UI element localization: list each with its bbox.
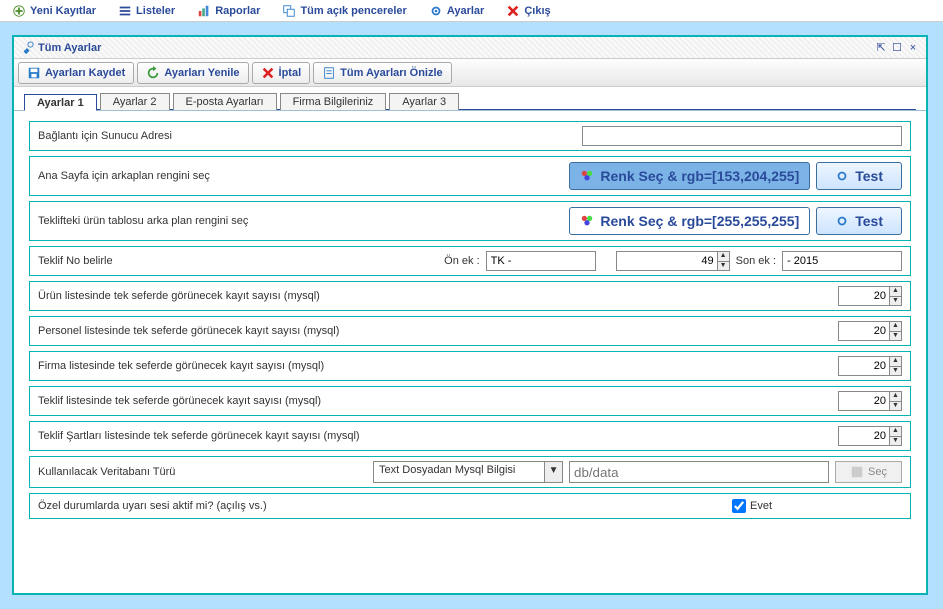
stepper-down[interactable]: ▼: [718, 262, 729, 271]
label-connection: Bağlantı için Sunucu Adresi: [38, 130, 180, 142]
settings-window: Tüm Ayarlar ⇱ ☐ × Ayarları Kaydet Ayarla…: [12, 35, 928, 595]
list-icon: [118, 4, 132, 18]
checkbox-sound[interactable]: Evet: [732, 499, 772, 513]
color-picker-main[interactable]: Renk Seç & rgb=[153,204,255]: [569, 162, 810, 190]
row-sound: Özel durumlarda uyarı sesi aktif mi? (aç…: [29, 493, 911, 519]
color-picker-table[interactable]: Renk Seç & rgb=[255,255,255]: [569, 207, 810, 235]
cancel-button[interactable]: İptal: [252, 62, 311, 84]
refresh-icon: [146, 66, 160, 80]
menu-reports[interactable]: Raporlar: [189, 2, 268, 20]
input-offer-number[interactable]: ▲▼: [616, 251, 730, 271]
row-count-firm: Firma listesinde tek seferde görünecek k…: [29, 351, 911, 381]
label-offer-no: Teklif No belirle: [38, 255, 121, 267]
input-db-path[interactable]: [569, 461, 829, 483]
input-suffix[interactable]: [782, 251, 902, 271]
tab-company[interactable]: Firma Bilgileriniz: [280, 93, 387, 110]
test-bg-table[interactable]: Test: [816, 207, 902, 235]
chart-icon: [197, 4, 211, 18]
tab-settings-3[interactable]: Ayarlar 3: [389, 93, 459, 110]
maximize-button[interactable]: ☐: [890, 41, 904, 55]
tab-settings-1[interactable]: Ayarlar 1: [24, 94, 97, 111]
stepper-up[interactable]: ▲: [718, 252, 729, 262]
cancel-icon: [261, 66, 275, 80]
close-icon: [506, 4, 520, 18]
select-button: Seç: [835, 461, 902, 483]
label-suffix: Son ek :: [730, 255, 782, 267]
refresh-button[interactable]: Ayarları Yenile: [137, 62, 248, 84]
gear-icon: [835, 169, 849, 183]
menu-exit[interactable]: Çıkış: [498, 2, 558, 20]
save-icon: [27, 66, 41, 80]
row-count-staff: Personel listesinde tek seferde görünece…: [29, 316, 911, 346]
gear-icon: [429, 4, 443, 18]
tab-settings-2[interactable]: Ayarlar 2: [100, 93, 170, 110]
tab-email[interactable]: E-posta Ayarları: [173, 93, 277, 110]
tabs: Ayarlar 1 Ayarlar 2 E-posta Ayarları Fir…: [14, 87, 926, 111]
input-count-product[interactable]: ▲▼: [838, 286, 902, 306]
toolbar: Ayarları Kaydet Ayarları Yenile İptal Tü…: [14, 59, 926, 87]
row-offer-no: Teklif No belirle Ön ek : ▲▼ Son ek :: [29, 246, 911, 276]
input-prefix[interactable]: [486, 251, 596, 271]
label-bg-main: Ana Sayfa için arkaplan rengini seç: [38, 170, 218, 182]
row-db: Kullanılacak Veritabanı Türü Text Dosyad…: [29, 456, 911, 488]
collapse-button[interactable]: ⇱: [874, 41, 888, 55]
windows-icon: [282, 4, 296, 18]
row-connection: Bağlantı için Sunucu Adresi: [29, 121, 911, 151]
row-bg-color-table: Teklifteki ürün tablosu arka plan rengin…: [29, 201, 911, 241]
gear-icon: [835, 214, 849, 228]
input-count-firm[interactable]: ▲▼: [838, 356, 902, 376]
plus-icon: [12, 4, 26, 18]
titlebar[interactable]: Tüm Ayarlar ⇱ ☐ ×: [14, 37, 926, 59]
save-button[interactable]: Ayarları Kaydet: [18, 62, 134, 84]
label-prefix: Ön ek :: [438, 255, 485, 267]
wrench-icon: [20, 41, 34, 55]
menu-settings[interactable]: Ayarlar: [421, 2, 493, 20]
input-count-terms[interactable]: ▲▼: [838, 426, 902, 446]
input-count-staff[interactable]: ▲▼: [838, 321, 902, 341]
tab-content: Bağlantı için Sunucu Adresi Ana Sayfa iç…: [14, 111, 926, 534]
row-bg-color-main: Ana Sayfa için arkaplan rengini seç Renk…: [29, 156, 911, 196]
input-count-offer[interactable]: ▲▼: [838, 391, 902, 411]
palette-icon: [580, 169, 594, 183]
main-menubar: Yeni Kayıtlar Listeler Raporlar Tüm açık…: [0, 0, 943, 22]
row-count-terms: Teklif Şartları listesinde tek seferde g…: [29, 421, 911, 451]
label-bg-table: Teklifteki ürün tablosu arka plan rengin…: [38, 215, 256, 227]
test-bg-main[interactable]: Test: [816, 162, 902, 190]
preview-icon: [322, 66, 336, 80]
row-count-product: Ürün listesinde tek seferde görünecek ka…: [29, 281, 911, 311]
close-button[interactable]: ×: [906, 41, 920, 55]
chevron-down-icon[interactable]: ▼: [544, 462, 562, 482]
row-count-offer: Teklif listesinde tek seferde görünecek …: [29, 386, 911, 416]
menu-windows[interactable]: Tüm açık pencereler: [274, 2, 414, 20]
menu-lists[interactable]: Listeler: [110, 2, 183, 20]
preview-button[interactable]: Tüm Ayarları Önizle: [313, 62, 452, 84]
input-connection[interactable]: [582, 126, 902, 146]
window-title: Tüm Ayarlar: [38, 42, 101, 54]
menu-new[interactable]: Yeni Kayıtlar: [4, 2, 104, 20]
combo-db-type[interactable]: Text Dosyadan Mysql Bilgisi ▼: [373, 461, 563, 483]
folder-icon: [850, 465, 864, 479]
palette-icon: [580, 214, 594, 228]
